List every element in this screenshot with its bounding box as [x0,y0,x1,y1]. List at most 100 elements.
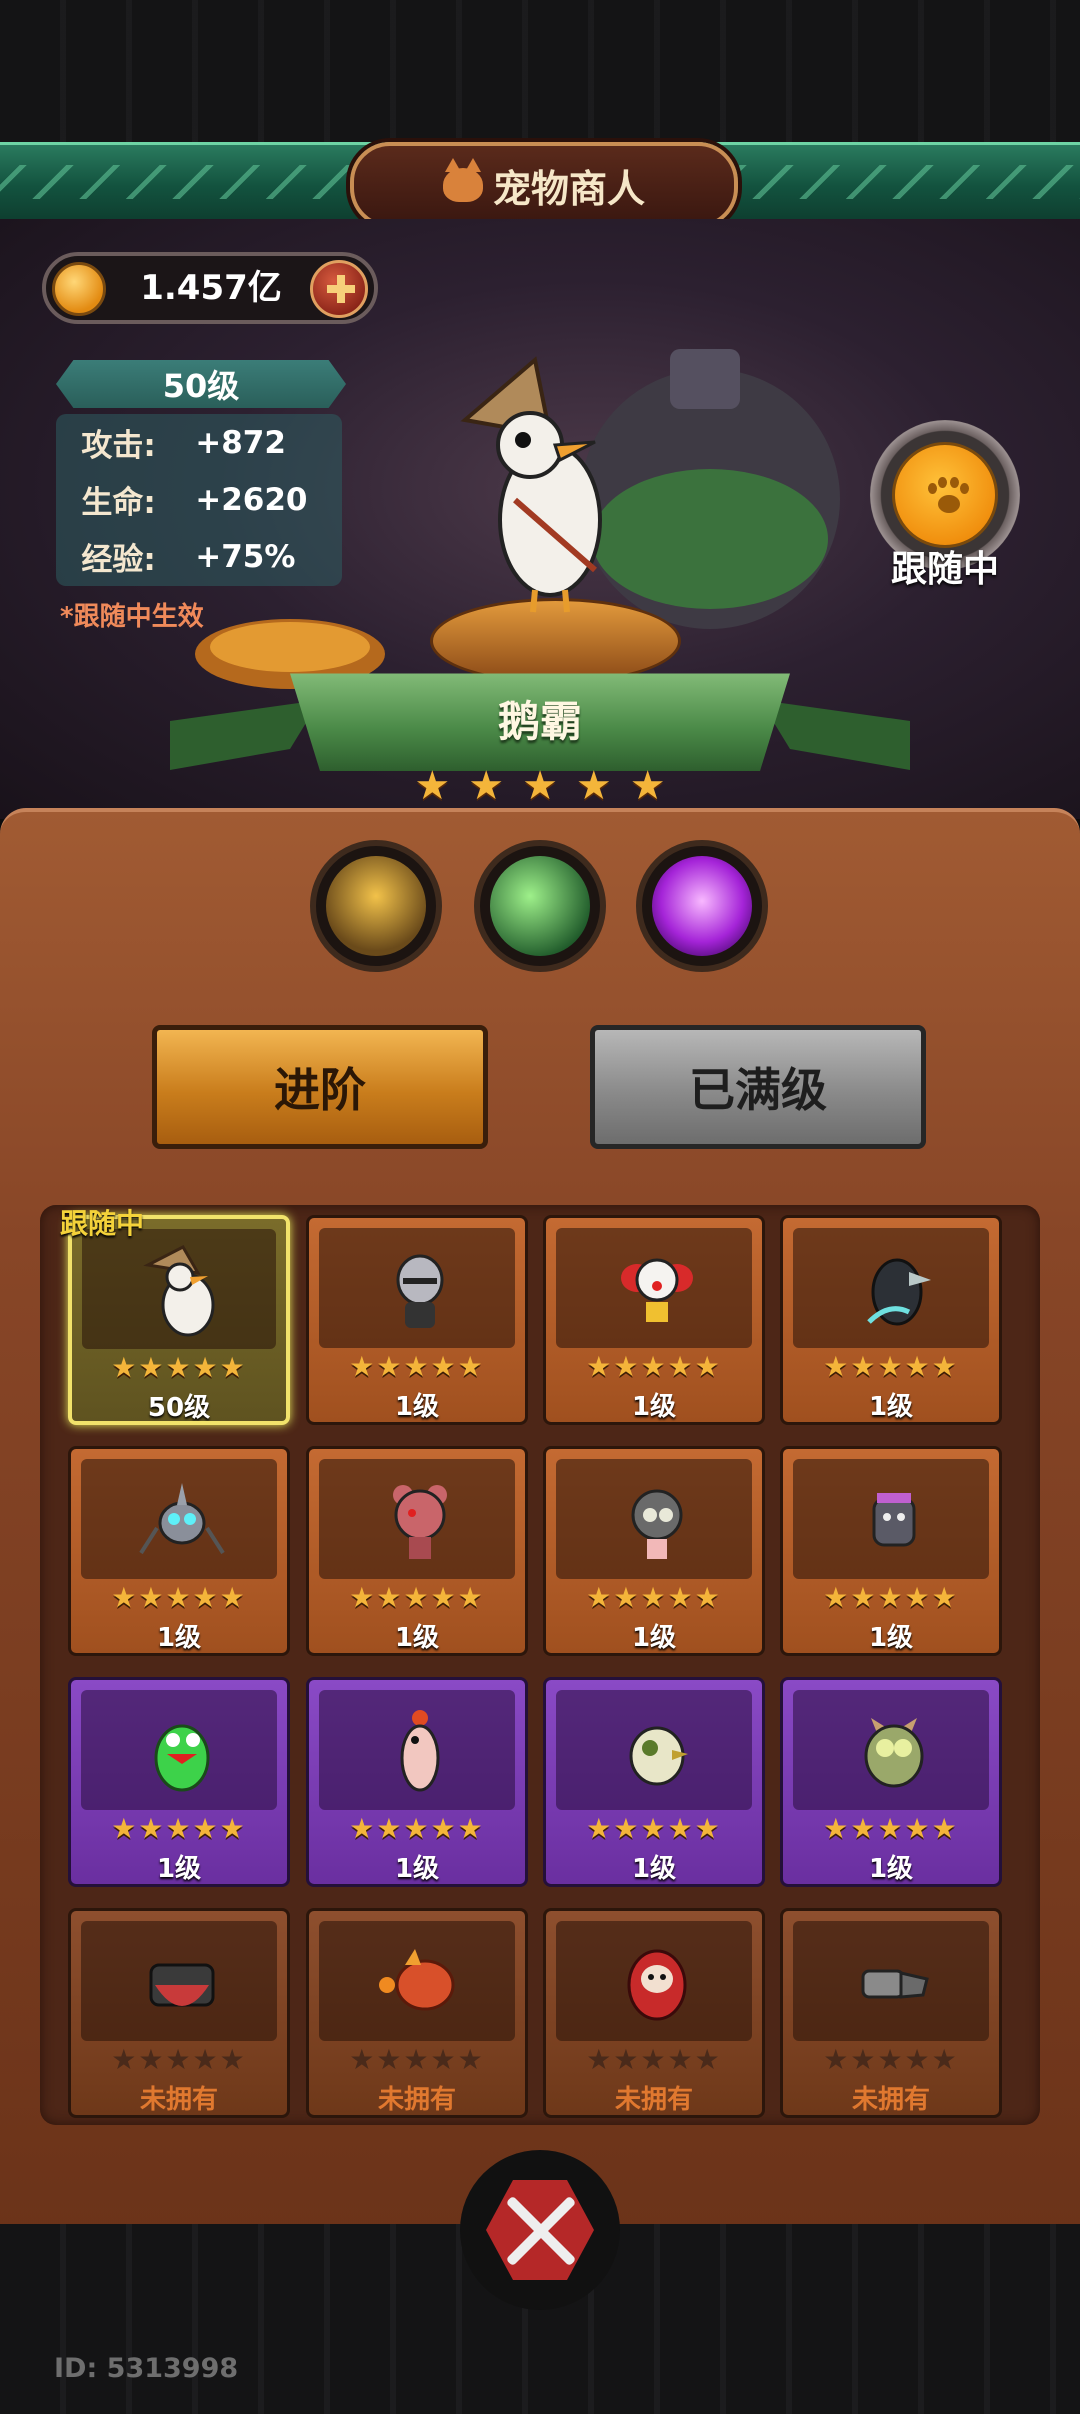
goose-pet-image [460,356,602,613]
card-level: 1级 [156,1854,202,1884]
skill-slot-1[interactable] [310,840,442,972]
coin-icon [52,262,106,316]
close-button[interactable] [460,2150,620,2310]
star-icon: ★ [575,763,612,809]
card-level: 1级 [631,1392,677,1422]
chicken-sprite [400,1710,440,1792]
player-id: ID: 5313998 [54,2353,239,2384]
card-stars: ★★★★★ [111,1581,247,1614]
pet-card-spider[interactable]: ★★★★★ 1级 [68,1446,290,1656]
daruma-sprite [627,1949,687,2021]
chat-bubble-skill-icon [652,856,752,956]
pet-level: 50级 [162,367,240,405]
skill-slot-2[interactable] [474,840,606,972]
card-level: 未拥有 [377,2085,456,2115]
add-currency-button[interactable] [310,260,368,318]
stat-row-exp: 经验: +75% [56,528,342,585]
pet-card-mimic[interactable]: ★★★★★ 未拥有 [68,1908,290,2118]
card-level: 1级 [868,1854,914,1884]
card-level: 1级 [156,1623,202,1653]
pet-card-owl[interactable]: ★★★★★ 1级 [780,1677,1002,1887]
claw-skill-icon [490,856,590,956]
pet-card-frog[interactable]: ★★★★★ 1级 [68,1677,290,1887]
clown-sprite [621,1258,693,1322]
stat-label: 生命: [81,485,156,521]
currency-value: 1.457亿 [140,268,282,308]
stat-value: +2620 [195,481,308,518]
card-level: 1级 [394,1392,440,1422]
stat-value: +75% [195,538,296,575]
card-level: 1级 [868,1623,914,1653]
star-icon: ★ [414,763,451,809]
card-stars: ★★★★★ [586,2043,722,2076]
pet-card-crow[interactable]: ★★★★★ 1级 [780,1215,1002,1425]
card-stars: ★★★★★ [586,1581,722,1614]
pet-card-dragon[interactable]: ★★★★★ 未拥有 [306,1908,528,2118]
stat-label: 经验: [81,542,156,578]
card-level: 50级 [147,1393,211,1423]
dragon-sprite [379,1949,455,2011]
pet-card-bear[interactable]: ★★★★★ 1级 [306,1446,528,1656]
pet-card-chicken[interactable]: ★★★★★ 1级 [306,1677,528,1887]
pet-card-clown[interactable]: ★★★★★ 1级 [543,1215,765,1425]
pet-level-plate: 50级 [56,360,346,408]
card-stars: ★★★★★ [586,1350,722,1383]
stat-value: +872 [195,424,286,461]
card-stars: ★★★★★ [823,2043,959,2076]
card-stars: ★★★★★ [823,1581,959,1614]
pet-name: 鹅霸 [497,696,582,746]
robot-sprite [872,1493,916,1547]
card-stars: ★★★★★ [349,1581,485,1614]
mimic-sprite [149,1963,215,2007]
card-stars: ★★★★★ [349,1812,485,1845]
card-level: 1级 [631,1854,677,1884]
card-stars: ★★★★★ [823,1350,959,1383]
pet-card-bird[interactable]: ★★★★★ 1级 [543,1677,765,1887]
card-stars: ★★★★★ [111,1812,247,1845]
card-stars: ★★★★★ [349,1350,485,1383]
spider-sprite [139,1483,225,1555]
gauntlet-sprite [861,1969,929,1999]
card-level: 未拥有 [851,2085,930,2115]
pet-card-knight[interactable]: ★★★★★ 1级 [306,1215,528,1425]
top-decoration [0,0,1080,150]
fox-icon [442,158,483,202]
pet-card-robot[interactable]: ★★★★★ 1级 [780,1446,1002,1656]
pet-card-diver[interactable]: ★★★★★ 1级 [543,1446,765,1656]
goose-sprite [143,1245,215,1337]
card-level: 1级 [631,1623,677,1653]
pet-card-daruma[interactable]: ★★★★★ 未拥有 [543,1908,765,2118]
star-icon: ★ [522,763,558,809]
shadow-warrior-skill-icon [326,856,426,956]
card-level: 未拥有 [614,2085,693,2115]
following-tag: 跟随中 [60,1207,145,1240]
bird-sprite [629,1726,688,1786]
card-stars: ★★★★★ [349,2043,485,2076]
pet-card-gauntlet[interactable]: ★★★★★ 未拥有 [780,1908,1002,2118]
frog-sprite [154,1724,210,1792]
stat-row-hp: 生命: +2620 [56,471,342,528]
card-level: 1级 [868,1392,914,1422]
follow-note: *跟随中生效 [60,602,204,632]
knight-sprite [396,1254,444,1328]
owl-sprite [864,1718,924,1788]
card-stars: ★★★★★ [111,1351,247,1384]
stats-box: 攻击: +872 生命: +2620 经验: +75% [56,414,342,586]
card-level: 1级 [394,1623,440,1653]
card-level: 1级 [394,1854,440,1884]
crow-sprite [867,1258,931,1326]
max-level-button[interactable]: 已满级 [590,1025,926,1149]
paw-icon [928,477,969,515]
diver-sprite [631,1489,683,1559]
card-stars: ★★★★★ [586,1812,722,1845]
star-icon: ★ [468,763,505,809]
advance-button[interactable]: 进阶 [152,1025,488,1149]
card-stars: ★★★★★ [823,1812,959,1845]
card-stars: ★★★★★ [111,2043,247,2076]
pet-card-goose[interactable]: ★★★★★ 50级 [68,1215,290,1425]
stat-label: 攻击: [81,428,156,464]
stat-row-attack: 攻击: +872 [56,414,342,471]
star-icon: ★ [629,763,666,809]
skill-slot-3[interactable] [636,840,768,972]
card-level: 未拥有 [139,2085,218,2115]
